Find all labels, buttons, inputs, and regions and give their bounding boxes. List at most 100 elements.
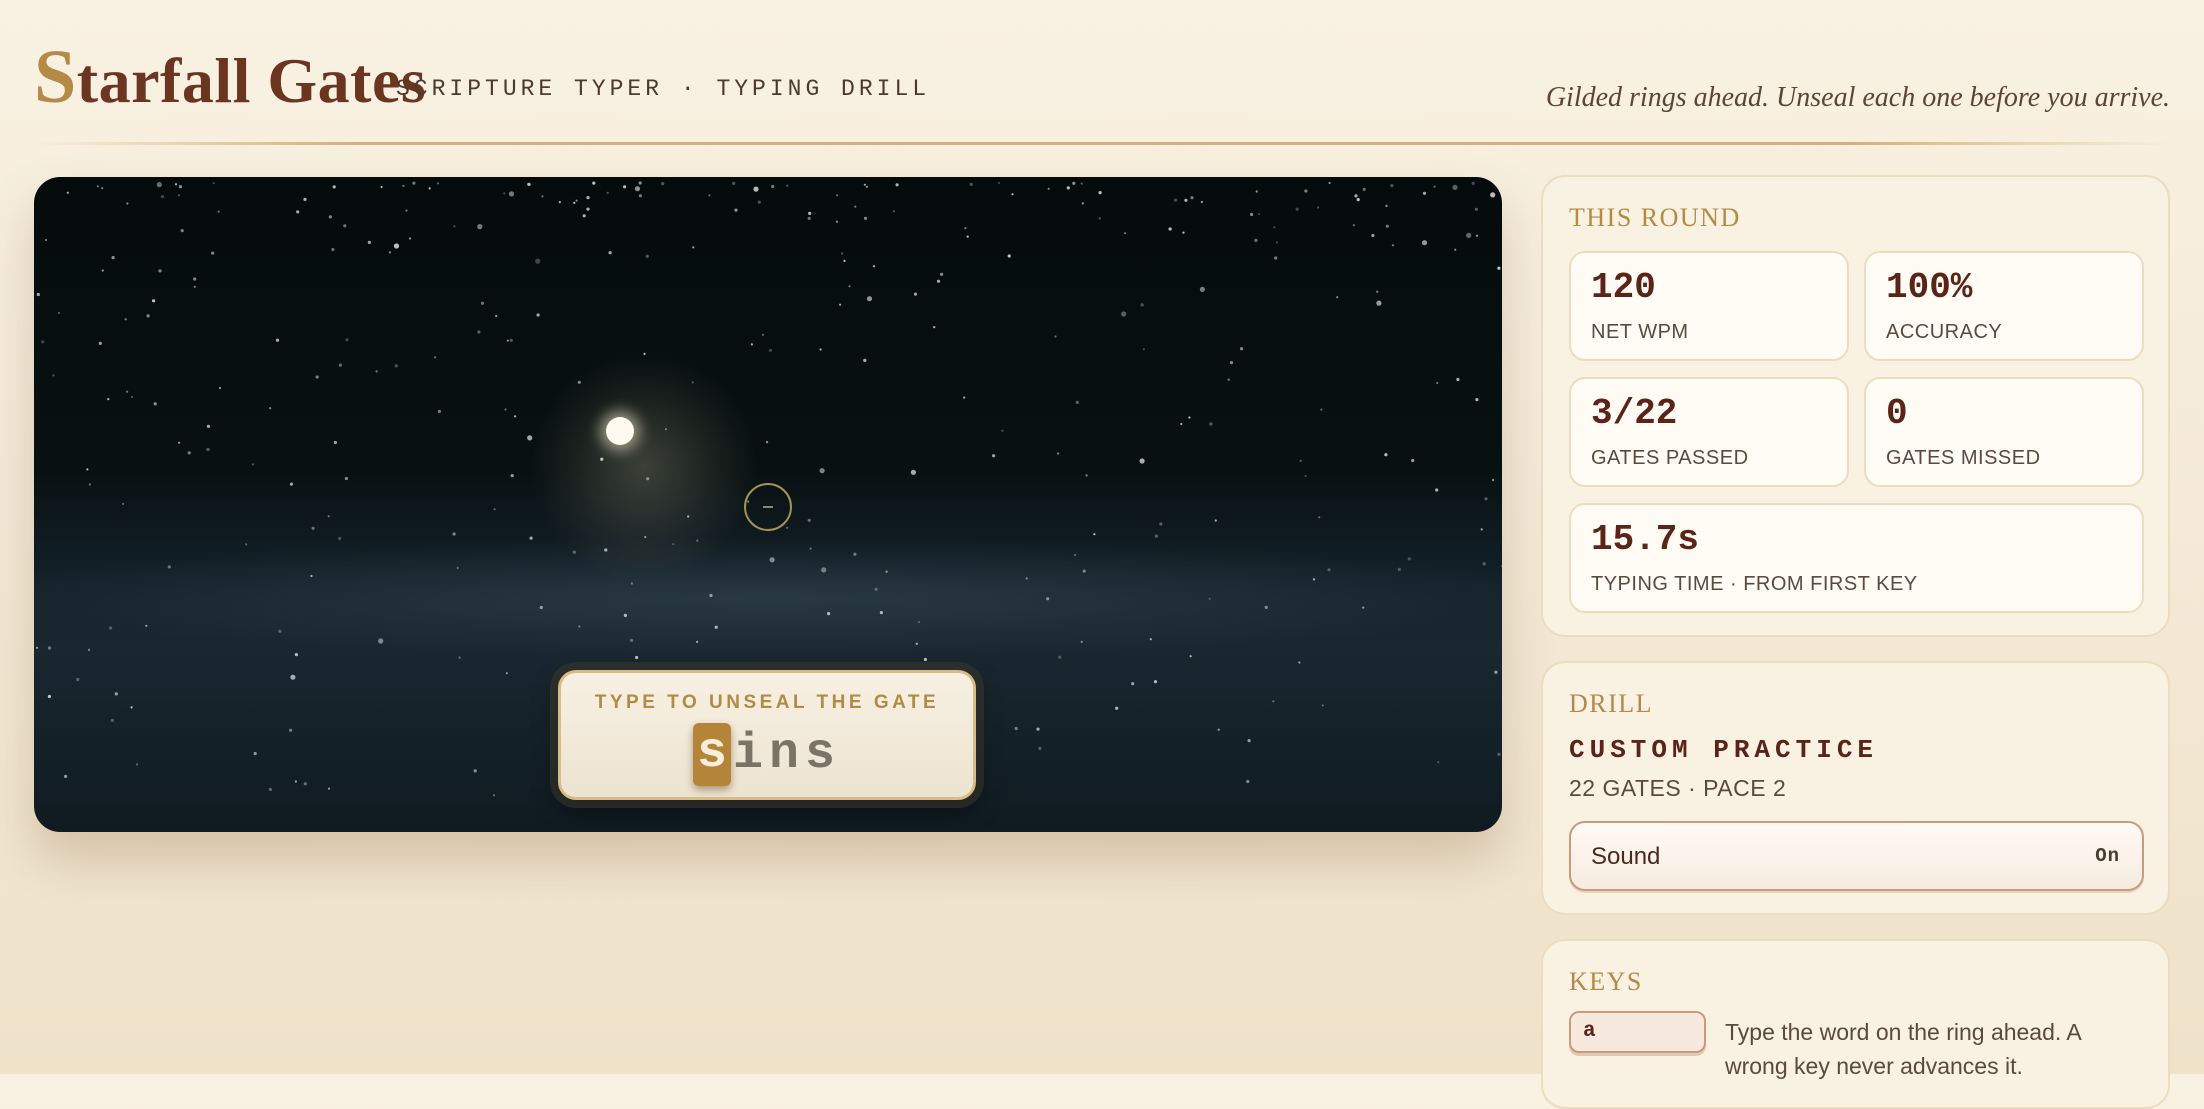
star	[661, 182, 665, 186]
star	[1304, 474, 1307, 478]
keys-panel: KEYS a Type the word on the ring ahead. …	[1541, 939, 2170, 1109]
star	[841, 252, 844, 255]
star	[1492, 478, 1495, 482]
star	[1497, 752, 1501, 756]
star	[1328, 181, 1331, 185]
star	[586, 207, 590, 211]
star	[1437, 761, 1440, 764]
star	[380, 185, 383, 189]
sound-toggle-button[interactable]: Sound On	[1569, 821, 2144, 891]
star	[428, 187, 431, 190]
star	[1480, 528, 1483, 531]
star	[187, 451, 191, 455]
star	[393, 243, 400, 249]
star	[509, 338, 513, 342]
star	[405, 209, 408, 212]
star	[1255, 190, 1258, 193]
star	[275, 338, 280, 342]
star	[66, 191, 69, 194]
star	[327, 787, 331, 790]
star	[848, 285, 851, 288]
star	[126, 202, 129, 205]
star	[836, 194, 839, 197]
star	[1421, 240, 1428, 246]
target-word: s ins	[561, 723, 973, 786]
star	[1254, 238, 1258, 242]
star	[1484, 497, 1488, 501]
star	[997, 181, 1001, 185]
star	[732, 181, 736, 185]
star	[1098, 191, 1102, 195]
title-initial: S	[34, 35, 77, 119]
star	[504, 408, 507, 411]
star	[771, 184, 775, 189]
keys-description: Type the word on the ring ahead. A wrong…	[1725, 1019, 2081, 1079]
star	[193, 285, 196, 288]
star	[394, 364, 398, 368]
star	[290, 674, 296, 680]
star	[178, 185, 182, 189]
star	[505, 672, 508, 675]
key-chip-label: a	[1583, 1020, 1596, 1043]
star	[328, 215, 332, 219]
star	[1274, 256, 1278, 260]
star	[124, 318, 127, 321]
star	[1080, 182, 1083, 185]
game-canvas[interactable]: TYPE TO UNSEAL THE GATE s ins	[34, 177, 1502, 832]
star	[964, 227, 967, 230]
stat-net-wpm: 120 NET WPM	[1569, 251, 1849, 361]
star	[343, 224, 347, 228]
star	[1490, 192, 1496, 198]
keys-title: KEYS	[1569, 967, 1643, 996]
star	[452, 532, 456, 536]
star	[146, 314, 150, 318]
star	[786, 526, 789, 529]
star	[1227, 378, 1230, 381]
star	[156, 182, 162, 188]
star	[193, 277, 197, 281]
star	[480, 301, 485, 305]
star	[1275, 241, 1278, 244]
star	[872, 265, 876, 268]
star	[1273, 226, 1276, 229]
star	[1217, 728, 1220, 731]
star	[495, 314, 498, 318]
sound-state: On	[2095, 845, 2120, 867]
subtitle: SCRIPTURE TYPER · TYPING DRILL	[396, 76, 931, 102]
star	[819, 348, 822, 351]
star	[1174, 198, 1178, 202]
star	[1371, 233, 1375, 238]
star	[863, 216, 868, 220]
star	[492, 794, 496, 797]
star	[757, 200, 761, 204]
star	[936, 279, 941, 283]
star	[47, 694, 51, 699]
star	[761, 333, 765, 336]
star	[36, 292, 40, 297]
star	[1199, 286, 1205, 292]
star	[623, 185, 627, 189]
star	[477, 224, 483, 230]
star	[332, 185, 336, 189]
star	[101, 269, 104, 272]
star	[268, 787, 272, 792]
typing-time-value: 15.7s	[1591, 519, 1700, 560]
star	[940, 272, 944, 276]
star	[865, 185, 869, 188]
header-divider	[34, 142, 2170, 145]
star	[114, 692, 118, 696]
game-title: Starfall Gates	[34, 34, 426, 121]
star	[1466, 232, 1472, 238]
star	[1385, 224, 1389, 228]
star	[750, 343, 754, 346]
star	[1036, 727, 1040, 731]
net-wpm-label: NET WPM	[1591, 321, 1689, 343]
gate-ring	[744, 483, 792, 531]
star	[708, 194, 711, 197]
star	[1038, 746, 1042, 751]
star	[1356, 198, 1360, 202]
star	[64, 774, 68, 779]
star	[1390, 184, 1394, 188]
prompt-label: TYPE TO UNSEAL THE GATE	[594, 692, 940, 713]
star	[510, 474, 514, 478]
